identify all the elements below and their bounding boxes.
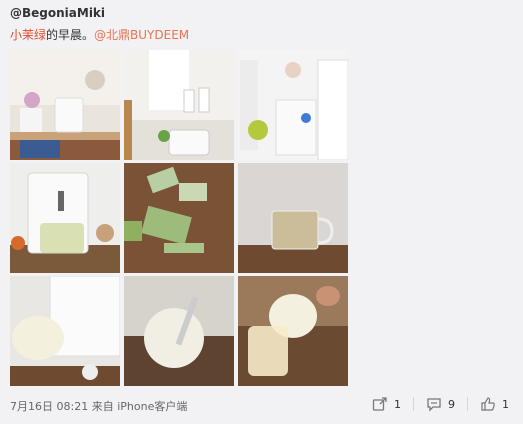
post-meta: 7月16日 08:21 来自 iPhone客户端 [10,398,187,414]
photo-thumbnail-9[interactable] [238,276,348,386]
comment-count: 9 [448,397,455,411]
photo-thumbnail-2[interactable] [124,50,234,160]
post-footer: 7月16日 08:21 来自 iPhone客户端 1 9 1 [0,392,523,420]
share-button[interactable]: 1 [366,396,407,412]
post-text-highlight[interactable]: 小茉绿 [10,28,46,42]
post-text: 小茉绿的早晨。@北鼎BUYDEEM [10,26,189,43]
source-prefix: 来自 [91,400,114,413]
photo-5-image [124,163,234,273]
photo-thumbnail-7[interactable] [10,276,120,386]
photo-6-image [238,163,348,273]
photo-2-image [124,50,234,160]
photo-thumbnail-1[interactable] [10,50,120,160]
thumbs-up-icon [480,396,496,412]
photo-thumbnail-8[interactable] [124,276,234,386]
post-source[interactable]: iPhone客户端 [117,400,187,413]
divider [413,397,414,411]
share-count: 1 [394,397,401,411]
photo-thumbnail-5[interactable] [124,163,234,273]
post-text-plain: 的早晨。 [46,28,95,42]
photo-grid [10,50,350,390]
comment-button[interactable]: 9 [420,396,461,412]
like-button[interactable]: 1 [474,396,515,412]
mention-link[interactable]: @北鼎BUYDEEM [94,28,189,42]
photo-thumbnail-6[interactable] [238,163,348,273]
photo-8-image [124,276,234,386]
action-bar: 1 9 1 [366,396,515,412]
comment-icon [426,396,442,412]
photo-9-image [238,276,348,386]
divider [467,397,468,411]
author-name[interactable]: @BegoniaMiki [10,6,105,20]
photo-thumbnail-4[interactable] [10,163,120,273]
photo-3-image [238,50,348,160]
post-time[interactable]: 7月16日 08:21 [10,400,88,413]
photo-7-image [10,276,120,386]
share-icon [372,396,388,412]
like-count: 1 [502,397,509,411]
photo-thumbnail-3[interactable] [238,50,348,160]
photo-4-image [10,163,120,273]
photo-1-image [10,50,120,160]
